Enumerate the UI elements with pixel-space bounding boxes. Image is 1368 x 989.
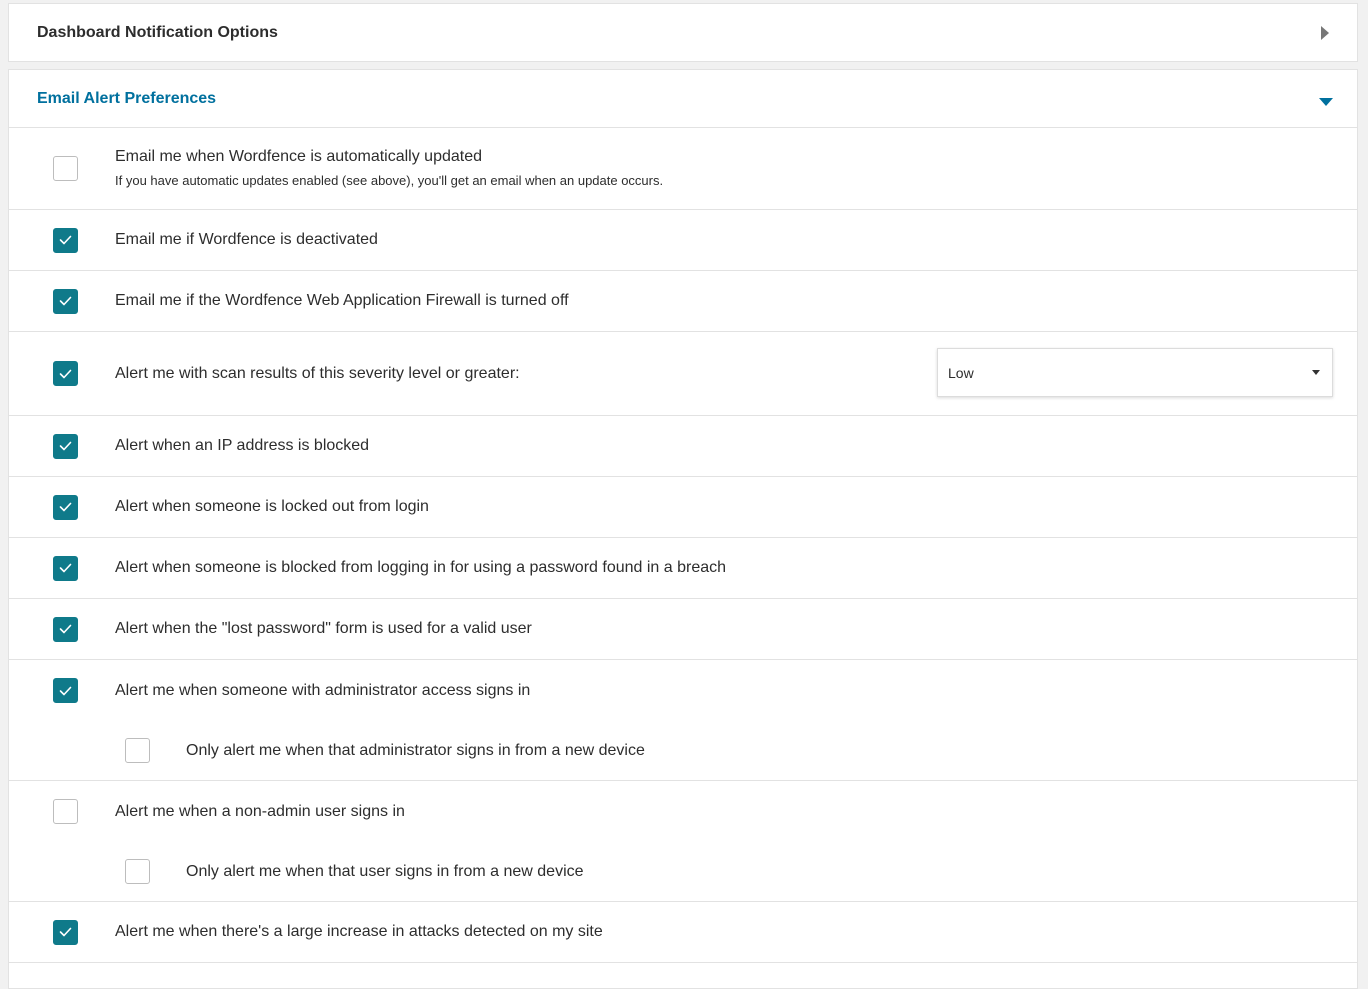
checkmark-icon <box>59 624 72 634</box>
ip-blocked-label-cell: Alert when an IP address is blocked <box>115 436 369 456</box>
dashboard-notification-header[interactable]: Dashboard Notification Options <box>9 4 1357 62</box>
locked-out-checkbox-cell <box>53 494 78 520</box>
option-row-firewall-off: Email me if the Wordfence Web Applicatio… <box>9 271 1357 332</box>
checkmark-icon <box>59 296 72 306</box>
email-alert-title: Email Alert Preferences <box>37 89 217 107</box>
breach-password-label: Alert when someone is blocked from loggi… <box>115 559 727 576</box>
admin-signin-checkbox[interactable] <box>53 678 78 703</box>
admin-signin-label: Alert me when someone with administrator… <box>115 681 531 699</box>
option-row-admin-new-device: Only alert me when that administrator si… <box>9 721 1357 781</box>
nonadmin-signin-checkbox[interactable] <box>53 799 78 824</box>
option-row-deactivated: Email me if Wordfence is deactivated <box>9 210 1357 271</box>
locked-out-label: Alert when someone is locked out from lo… <box>115 498 429 515</box>
dropdown-arrow-icon <box>1312 370 1320 375</box>
option-row-admin-signin: Alert me when someone with administrator… <box>9 660 1357 721</box>
option-row-attack-increase: Alert me when there's a large increase i… <box>9 902 1357 963</box>
user-new-device-checkbox-cell <box>125 859 150 884</box>
attack-increase-label-cell: Alert me when there's a large increase i… <box>115 922 603 942</box>
deactivated-label-cell: Email me if Wordfence is deactivated <box>115 230 378 250</box>
locked-out-label-cell: Alert when someone is locked out from lo… <box>115 497 429 517</box>
ip-blocked-label: Alert when an IP address is blocked <box>115 437 370 454</box>
checkmark-icon <box>59 927 72 937</box>
nonadmin-signin-label-cell: Alert me when a non-admin user signs in <box>115 802 405 822</box>
admin-new-device-checkbox-cell <box>125 738 150 763</box>
severity-select[interactable]: Low <box>937 348 1333 397</box>
email-alert-panel: Email Alert Preferences Email me when Wo… <box>8 69 1358 989</box>
dashboard-notification-title: Dashboard Notification Options <box>37 24 278 41</box>
user-new-device-label-cell: Only alert me when that user signs in fr… <box>186 862 584 882</box>
caret-down-icon[interactable] <box>1319 97 1333 106</box>
nonadmin-signin-label: Alert me when a non-admin user signs in <box>115 802 405 820</box>
breach-password-checkbox-cell <box>53 555 78 581</box>
checkmark-icon <box>59 369 72 378</box>
nonadmin-signin-checkbox-cell <box>53 799 78 824</box>
deactivated-checkbox-cell <box>53 227 78 253</box>
lost-password-label-cell: Alert when the "lost password" form is u… <box>115 619 532 639</box>
lost-password-checkbox-cell <box>53 616 78 642</box>
option-row-nonadmin-signin: Alert me when a non-admin user signs in <box>9 781 1357 842</box>
caret-right-icon[interactable] <box>1321 26 1329 40</box>
option-row-ip-blocked: Alert when an IP address is blocked <box>9 416 1357 477</box>
admin-signin-checkbox-cell <box>53 678 78 703</box>
checkmark-icon <box>59 686 72 695</box>
auto-update-checkbox[interactable] <box>53 156 78 181</box>
firewall-off-checkbox-cell <box>53 288 78 314</box>
checkmark-icon <box>59 563 72 573</box>
firewall-off-checkbox[interactable] <box>53 288 78 314</box>
breach-password-checkbox[interactable] <box>53 555 78 581</box>
auto-update-label: Email me when Wordfence is automatically… <box>115 148 482 165</box>
user-new-device-label: Only alert me when that user signs in fr… <box>186 862 584 880</box>
lost-password-label: Alert when the "lost password" form is u… <box>115 620 532 637</box>
option-row-user-new-device: Only alert me when that user signs in fr… <box>9 842 1357 902</box>
attack-increase-checkbox[interactable] <box>53 919 78 945</box>
option-row-severity: Alert me with scan results of this sever… <box>9 332 1357 416</box>
attack-increase-checkbox-cell <box>53 919 78 945</box>
admin-new-device-label: Only alert me when that administrator si… <box>186 741 645 759</box>
checkmark-icon <box>59 502 72 512</box>
deactivated-label: Email me if Wordfence is deactivated <box>115 231 378 248</box>
lost-password-checkbox[interactable] <box>53 616 78 642</box>
deactivated-checkbox[interactable] <box>53 227 78 253</box>
dashboard-notification-panel: Dashboard Notification Options <box>8 3 1358 62</box>
admin-new-device-checkbox[interactable] <box>125 738 150 763</box>
severity-label-cell: Alert me with scan results of this sever… <box>115 364 520 384</box>
auto-update-label-cell: Email me when Wordfence is automatically… <box>115 147 663 190</box>
option-row-auto-update: Email me when Wordfence is automatically… <box>9 128 1357 210</box>
option-row-breach-password: Alert when someone is blocked from loggi… <box>9 538 1357 599</box>
severity-checkbox-cell <box>53 361 78 386</box>
ip-blocked-checkbox[interactable] <box>53 433 78 459</box>
firewall-off-label: Email me if the Wordfence Web Applicatio… <box>115 292 569 309</box>
ip-blocked-checkbox-cell <box>53 433 78 459</box>
attack-increase-label: Alert me when there's a large increase i… <box>115 923 603 940</box>
breach-password-label-cell: Alert when someone is blocked from loggi… <box>115 558 726 578</box>
admin-signin-label-cell: Alert me when someone with administrator… <box>115 681 530 701</box>
option-row-locked-out: Alert when someone is locked out from lo… <box>9 477 1357 538</box>
locked-out-checkbox[interactable] <box>53 494 78 520</box>
checkmark-icon <box>59 235 72 245</box>
email-alert-header[interactable]: Email Alert Preferences <box>9 70 1357 128</box>
firewall-off-label-cell: Email me if the Wordfence Web Applicatio… <box>115 291 569 311</box>
severity-label: Alert me with scan results of this sever… <box>115 364 520 382</box>
checkmark-icon <box>59 441 72 451</box>
auto-update-checkbox-cell <box>53 156 78 181</box>
user-new-device-checkbox[interactable] <box>125 859 150 884</box>
auto-update-sublabel: If you have automatic updates enabled (s… <box>115 173 664 188</box>
severity-checkbox[interactable] <box>53 361 78 386</box>
option-row-lost-password: Alert when the "lost password" form is u… <box>9 599 1357 660</box>
admin-new-device-label-cell: Only alert me when that administrator si… <box>186 741 645 761</box>
severity-select-value: Low <box>948 364 974 381</box>
